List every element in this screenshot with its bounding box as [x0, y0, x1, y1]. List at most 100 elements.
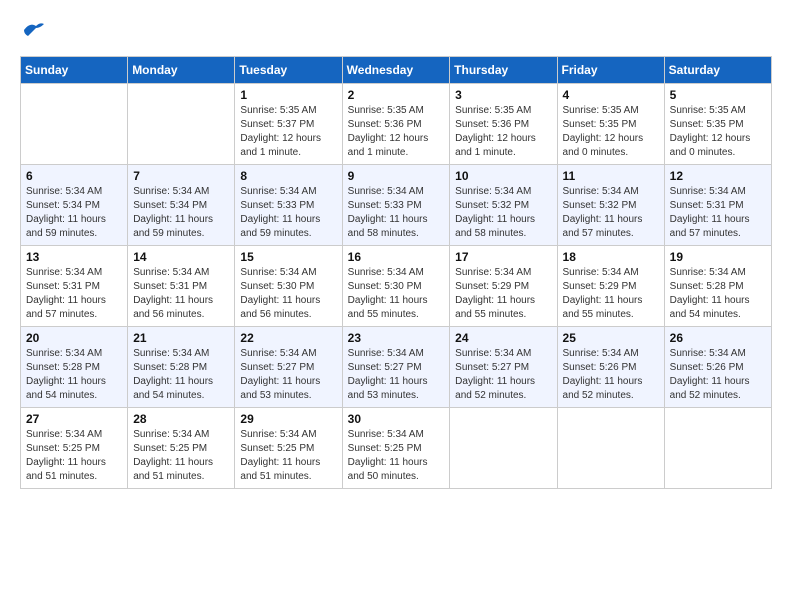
day-detail: Sunrise: 5:34 AM Sunset: 5:31 PM Dayligh… [133, 266, 229, 322]
calendar-cell: 16 Sunrise: 5:34 AM Sunset: 5:30 PM Dayli… [342, 246, 450, 327]
calendar-cell: 10Sunrise: 5:34 AM Sunset: 5:32 PM Dayli… [450, 165, 557, 246]
calendar-cell: 27 Sunrise: 5:34 AM Sunset: 5:25 PM Dayli… [21, 408, 128, 489]
weekday-header: Sunday [21, 57, 128, 84]
calendar-week-row: 27 Sunrise: 5:34 AM Sunset: 5:25 PM Dayli… [21, 408, 772, 489]
day-number: 27 [26, 412, 122, 426]
calendar-cell: 4 Sunrise: 5:35 AM Sunset: 5:35 PM Daylig… [557, 84, 664, 165]
calendar-cell: 1 Sunrise: 5:35 AM Sunset: 5:37 PM Daylig… [235, 84, 342, 165]
day-detail: Sunrise: 5:34 AM Sunset: 5:29 PM Dayligh… [455, 266, 551, 322]
day-number: 14 [133, 250, 229, 264]
day-detail: Sunrise: 5:35 AM Sunset: 5:37 PM Dayligh… [240, 104, 336, 160]
calendar-cell: 13 Sunrise: 5:34 AM Sunset: 5:31 PM Dayli… [21, 246, 128, 327]
calendar-cell [557, 408, 664, 489]
day-number: 6 [26, 169, 122, 183]
calendar-week-row: 6 Sunrise: 5:34 AM Sunset: 5:34 PM Daylig… [21, 165, 772, 246]
day-detail: Sunrise: 5:34 AM Sunset: 5:32 PM Dayligh… [563, 185, 659, 241]
day-detail: Sunrise: 5:34 AM Sunset: 5:25 PM Dayligh… [348, 428, 445, 484]
calendar-week-row: 20 Sunrise: 5:34 AM Sunset: 5:28 PM Dayli… [21, 327, 772, 408]
day-number: 21 [133, 331, 229, 345]
day-number: 20 [26, 331, 122, 345]
day-number: 16 [348, 250, 445, 264]
logo-bird-icon [22, 20, 46, 40]
calendar-week-row: 1 Sunrise: 5:35 AM Sunset: 5:37 PM Daylig… [21, 84, 772, 165]
day-detail: Sunrise: 5:34 AM Sunset: 5:27 PM Dayligh… [348, 347, 445, 403]
calendar-cell: 23 Sunrise: 5:34 AM Sunset: 5:27 PM Dayli… [342, 327, 450, 408]
day-detail: Sunrise: 5:34 AM Sunset: 5:34 PM Dayligh… [133, 185, 229, 241]
day-number: 12 [670, 169, 766, 183]
day-detail: Sunrise: 5:34 AM Sunset: 5:34 PM Dayligh… [26, 185, 122, 241]
calendar-cell: 14 Sunrise: 5:34 AM Sunset: 5:31 PM Dayli… [128, 246, 235, 327]
day-number: 25 [563, 331, 659, 345]
calendar-cell [21, 84, 128, 165]
day-number: 15 [240, 250, 336, 264]
day-number: 30 [348, 412, 445, 426]
weekday-header: Thursday [450, 57, 557, 84]
calendar-cell: 28 Sunrise: 5:34 AM Sunset: 5:25 PM Dayli… [128, 408, 235, 489]
day-number: 8 [240, 169, 336, 183]
day-detail: Sunrise: 5:34 AM Sunset: 5:26 PM Dayligh… [670, 347, 766, 403]
day-number: 1 [240, 88, 336, 102]
day-number: 24 [455, 331, 551, 345]
calendar-cell: 9Sunrise: 5:34 AM Sunset: 5:33 PM Daylig… [342, 165, 450, 246]
day-detail: Sunrise: 5:34 AM Sunset: 5:31 PM Dayligh… [26, 266, 122, 322]
calendar-cell: 21 Sunrise: 5:34 AM Sunset: 5:28 PM Dayli… [128, 327, 235, 408]
day-detail: Sunrise: 5:34 AM Sunset: 5:33 PM Dayligh… [240, 185, 336, 241]
calendar-cell: 19Sunrise: 5:34 AM Sunset: 5:28 PM Dayli… [664, 246, 771, 327]
calendar-cell: 20 Sunrise: 5:34 AM Sunset: 5:28 PM Dayli… [21, 327, 128, 408]
calendar-week-row: 13 Sunrise: 5:34 AM Sunset: 5:31 PM Dayli… [21, 246, 772, 327]
day-number: 2 [348, 88, 445, 102]
logo [20, 20, 46, 40]
day-number: 28 [133, 412, 229, 426]
calendar-cell: 12 Sunrise: 5:34 AM Sunset: 5:31 PM Dayli… [664, 165, 771, 246]
calendar-cell: 17 Sunrise: 5:34 AM Sunset: 5:29 PM Dayli… [450, 246, 557, 327]
day-detail: Sunrise: 5:35 AM Sunset: 5:35 PM Dayligh… [670, 104, 766, 160]
weekday-header: Saturday [664, 57, 771, 84]
day-detail: Sunrise: 5:34 AM Sunset: 5:28 PM Dayligh… [670, 266, 766, 322]
calendar-cell: 25 Sunrise: 5:34 AM Sunset: 5:26 PM Dayli… [557, 327, 664, 408]
day-detail: Sunrise: 5:34 AM Sunset: 5:29 PM Dayligh… [563, 266, 659, 322]
calendar-header-row: SundayMondayTuesdayWednesdayThursdayFrid… [21, 57, 772, 84]
day-number: 23 [348, 331, 445, 345]
day-detail: Sunrise: 5:34 AM Sunset: 5:33 PM Dayligh… [348, 185, 445, 241]
day-number: 22 [240, 331, 336, 345]
day-number: 7 [133, 169, 229, 183]
day-detail: Sunrise: 5:34 AM Sunset: 5:28 PM Dayligh… [26, 347, 122, 403]
calendar-cell: 3 Sunrise: 5:35 AM Sunset: 5:36 PM Daylig… [450, 84, 557, 165]
day-detail: Sunrise: 5:34 AM Sunset: 5:27 PM Dayligh… [240, 347, 336, 403]
day-number: 17 [455, 250, 551, 264]
day-number: 13 [26, 250, 122, 264]
weekday-header: Friday [557, 57, 664, 84]
calendar-cell: 30 Sunrise: 5:34 AM Sunset: 5:25 PM Dayli… [342, 408, 450, 489]
day-number: 29 [240, 412, 336, 426]
day-detail: Sunrise: 5:34 AM Sunset: 5:28 PM Dayligh… [133, 347, 229, 403]
weekday-header: Monday [128, 57, 235, 84]
calendar-table: SundayMondayTuesdayWednesdayThursdayFrid… [20, 56, 772, 489]
calendar-cell: 24Sunrise: 5:34 AM Sunset: 5:27 PM Dayli… [450, 327, 557, 408]
day-detail: Sunrise: 5:34 AM Sunset: 5:25 PM Dayligh… [133, 428, 229, 484]
calendar-cell: 8 Sunrise: 5:34 AM Sunset: 5:33 PM Daylig… [235, 165, 342, 246]
calendar-cell: 26 Sunrise: 5:34 AM Sunset: 5:26 PM Dayli… [664, 327, 771, 408]
day-number: 11 [563, 169, 659, 183]
day-detail: Sunrise: 5:34 AM Sunset: 5:32 PM Dayligh… [455, 185, 551, 241]
day-detail: Sunrise: 5:34 AM Sunset: 5:26 PM Dayligh… [563, 347, 659, 403]
calendar-cell [128, 84, 235, 165]
day-number: 3 [455, 88, 551, 102]
calendar-cell: 15 Sunrise: 5:34 AM Sunset: 5:30 PM Dayli… [235, 246, 342, 327]
day-number: 5 [670, 88, 766, 102]
weekday-header: Wednesday [342, 57, 450, 84]
weekday-header: Tuesday [235, 57, 342, 84]
day-detail: Sunrise: 5:35 AM Sunset: 5:36 PM Dayligh… [455, 104, 551, 160]
day-number: 4 [563, 88, 659, 102]
day-detail: Sunrise: 5:34 AM Sunset: 5:31 PM Dayligh… [670, 185, 766, 241]
calendar-cell: 11 Sunrise: 5:34 AM Sunset: 5:32 PM Dayli… [557, 165, 664, 246]
calendar-cell: 22 Sunrise: 5:34 AM Sunset: 5:27 PM Dayli… [235, 327, 342, 408]
day-detail: Sunrise: 5:35 AM Sunset: 5:35 PM Dayligh… [563, 104, 659, 160]
day-detail: Sunrise: 5:34 AM Sunset: 5:25 PM Dayligh… [26, 428, 122, 484]
calendar-cell: 2Sunrise: 5:35 AM Sunset: 5:36 PM Daylig… [342, 84, 450, 165]
page-header [20, 20, 772, 40]
day-number: 18 [563, 250, 659, 264]
day-detail: Sunrise: 5:34 AM Sunset: 5:30 PM Dayligh… [348, 266, 445, 322]
calendar-cell [450, 408, 557, 489]
day-detail: Sunrise: 5:34 AM Sunset: 5:30 PM Dayligh… [240, 266, 336, 322]
day-number: 26 [670, 331, 766, 345]
